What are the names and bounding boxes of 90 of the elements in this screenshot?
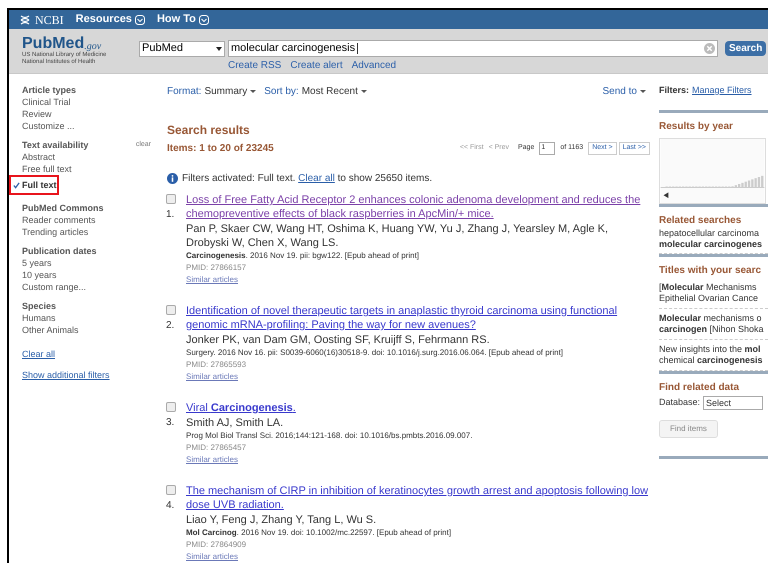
filter-item[interactable]: Customize ... [22, 120, 159, 132]
format-menu[interactable]: Format: Summary [167, 84, 256, 99]
search-query: molecular carcinogenesis [231, 41, 356, 56]
result-citation: Mol Carcinog. 2016 Nov 19. doi: 10.1002/mc.22597. [Epub ahead of print] [186, 527, 452, 539]
filter-item[interactable]: Reader comments [22, 214, 159, 226]
filters-label: Filters: [659, 84, 690, 97]
result-citation: Prog Mol Biol Transl Sci. 2016;144:121-168. doi: 10.1016/bs.pmbts.2016.09.007. [186, 430, 474, 442]
result-authors: Pan P, Skaer CW, Wang HT, Oshima K, Huang YW, Yu J, Zhang J, Yearsley M, Agle K, Drobyski W, Chen X, Wang LS. [186, 222, 610, 250]
nav-menu[interactable]: How To [156, 11, 209, 28]
result-citation: Surgery. 2016 Nov 16. pii: S0039-6060(16)30518-9. doi: 10.1016/j.surg.2016.06.064. [Epub ahead of print] [186, 347, 564, 359]
search-option-link[interactable]: Create RSS [228, 58, 282, 73]
caret-icon [360, 90, 367, 93]
sidebar-link[interactable]: Clear all [22, 348, 159, 360]
filter-heading: Publication dates [22, 245, 97, 257]
result-pmid: PMID: 27865457 [186, 442, 248, 454]
results-heading: Search results [166, 122, 251, 139]
dropdown-arrow-icon [216, 46, 222, 50]
pubmed-logo[interactable]: PubMed.gov [22, 36, 139, 52]
filter-item[interactable]: Abstract [22, 151, 159, 163]
similar-articles-link[interactable]: Similar articles [186, 454, 650, 466]
filter-item[interactable]: Clinical Trial [22, 96, 159, 108]
info-icon [167, 173, 178, 184]
section-heading: Results by year [659, 120, 734, 134]
result-checkbox[interactable] [166, 194, 176, 204]
related-search-link[interactable]: hepatocellular carcinoma [659, 228, 768, 238]
result-checkbox[interactable] [166, 305, 176, 315]
result-checkbox[interactable] [166, 402, 176, 412]
similar-articles-link[interactable]: Similar articles [186, 371, 650, 383]
result-pmid: PMID: 27866157 [186, 262, 248, 274]
result-title-link[interactable]: Identification of novel therapeutic targets in anaplastic thyroid carcinoma using functional genomic mRNA-profiling: Paving the way for new avenues? [186, 304, 650, 332]
search-option-link[interactable]: Create alert [290, 58, 343, 73]
result-citation: Carcinogenesis. 2016 Nov 19. pii: bgw122. [Epub ahead of print] [186, 250, 420, 262]
filter-item[interactable]: Review [22, 108, 159, 120]
filter-item[interactable]: Humans [22, 312, 159, 324]
clear-all-link[interactable]: Clear all [298, 173, 335, 184]
ncbi-logo[interactable]: NCBI [35, 10, 64, 28]
related-title-link[interactable]: [Molecular Mechanisms Epithelial Ovarian Cance [659, 282, 768, 308]
section-heading: Titles with your searc [659, 264, 762, 278]
result-number: 3. [166, 416, 176, 430]
filter-heading: PubMed Commons [22, 202, 104, 214]
filter-item[interactable]: 10 years [22, 269, 159, 281]
text-cursor [357, 43, 358, 54]
search-option-link[interactable]: Advanced [352, 58, 396, 73]
filter-item[interactable]: Other Animals [22, 324, 159, 336]
similar-articles-link[interactable]: Similar articles [186, 551, 650, 563]
result-pmid: PMID: 27864909 [186, 539, 248, 551]
manage-filters-link[interactable]: Manage Filters [692, 84, 752, 98]
section-heading: Find related data [659, 380, 740, 394]
result-number: 4. [166, 499, 176, 513]
related-title-link[interactable]: Molecular mechanisms o carcinogen [Nihon Shoka [659, 312, 768, 340]
search-field[interactable]: molecular carcinogenesis [228, 40, 718, 57]
filter-item[interactable]: Trending articles [22, 226, 159, 238]
caret-icon [640, 90, 646, 93]
nav-menu[interactable]: Resources [76, 11, 145, 28]
filter-item[interactable]: Full text [9, 175, 59, 195]
filter-item[interactable]: Custom range... [22, 281, 159, 293]
database-select[interactable]: Select [703, 396, 764, 410]
database-label: Database: [659, 396, 700, 409]
filter-heading: Article types [22, 84, 76, 96]
chevron-icon [134, 14, 145, 24]
related-title-link[interactable]: New insights into the mol chemical carcinogenesis [659, 344, 768, 370]
section-heading: Related searches [659, 214, 742, 228]
result-title-link[interactable]: Viral Carcinogenesis. [186, 401, 650, 415]
filter-heading: Species [22, 300, 56, 312]
chevron-icon [198, 14, 209, 24]
result-authors: Jonker PK, van Dam GM, Oosting SF, Kruijff S, Fehrmann RS. [186, 333, 491, 347]
result-number: 2. [166, 319, 176, 333]
filter-item[interactable]: 5 years [22, 257, 159, 269]
result-number: 1. [166, 208, 176, 222]
check-icon [13, 182, 20, 188]
filter-notice: Filters activated: Full text. Clear all to show 25650 items. [182, 172, 432, 186]
related-search-link[interactable]: molecular carcinogenes [659, 238, 768, 250]
filter-heading: Text availability [22, 139, 88, 151]
sidebar-link[interactable]: Show additional filters [22, 369, 159, 381]
search-button[interactable]: Search [725, 41, 766, 56]
result-title-link[interactable]: Loss of Free Fatty Acid Receptor 2 enhances colonic adenoma development and reduces the chemopreventive effects of black raspberries in ApcMin/+ mice. [186, 193, 650, 221]
caret-icon [250, 90, 256, 93]
filter-item[interactable]: Free full text [22, 163, 159, 175]
result-pmid: PMID: 27865593 [186, 359, 248, 371]
database-dropdown[interactable]: PubMed [139, 40, 225, 56]
similar-articles-link[interactable]: Similar articles [186, 274, 650, 286]
clear-icon[interactable] [704, 43, 715, 54]
dna-icon [19, 14, 31, 26]
result-authors: Liao Y, Feng J, Zhang Y, Tang L, Wu S. [186, 513, 378, 527]
result-authors: Smith AJ, Smith LA. [186, 416, 284, 430]
send-to-menu[interactable]: Send to [602, 84, 654, 99]
results-count: Items: 1 to 20 of 23245 [167, 142, 274, 156]
result-title-link[interactable]: The mechanism of CIRP in inhibition of keratinocytes growth arrest and apoptosis following low dose UVB radiation. [186, 484, 650, 512]
result-checkbox[interactable] [166, 485, 176, 495]
sort-menu[interactable]: Sort by: Most Recent [264, 84, 367, 99]
